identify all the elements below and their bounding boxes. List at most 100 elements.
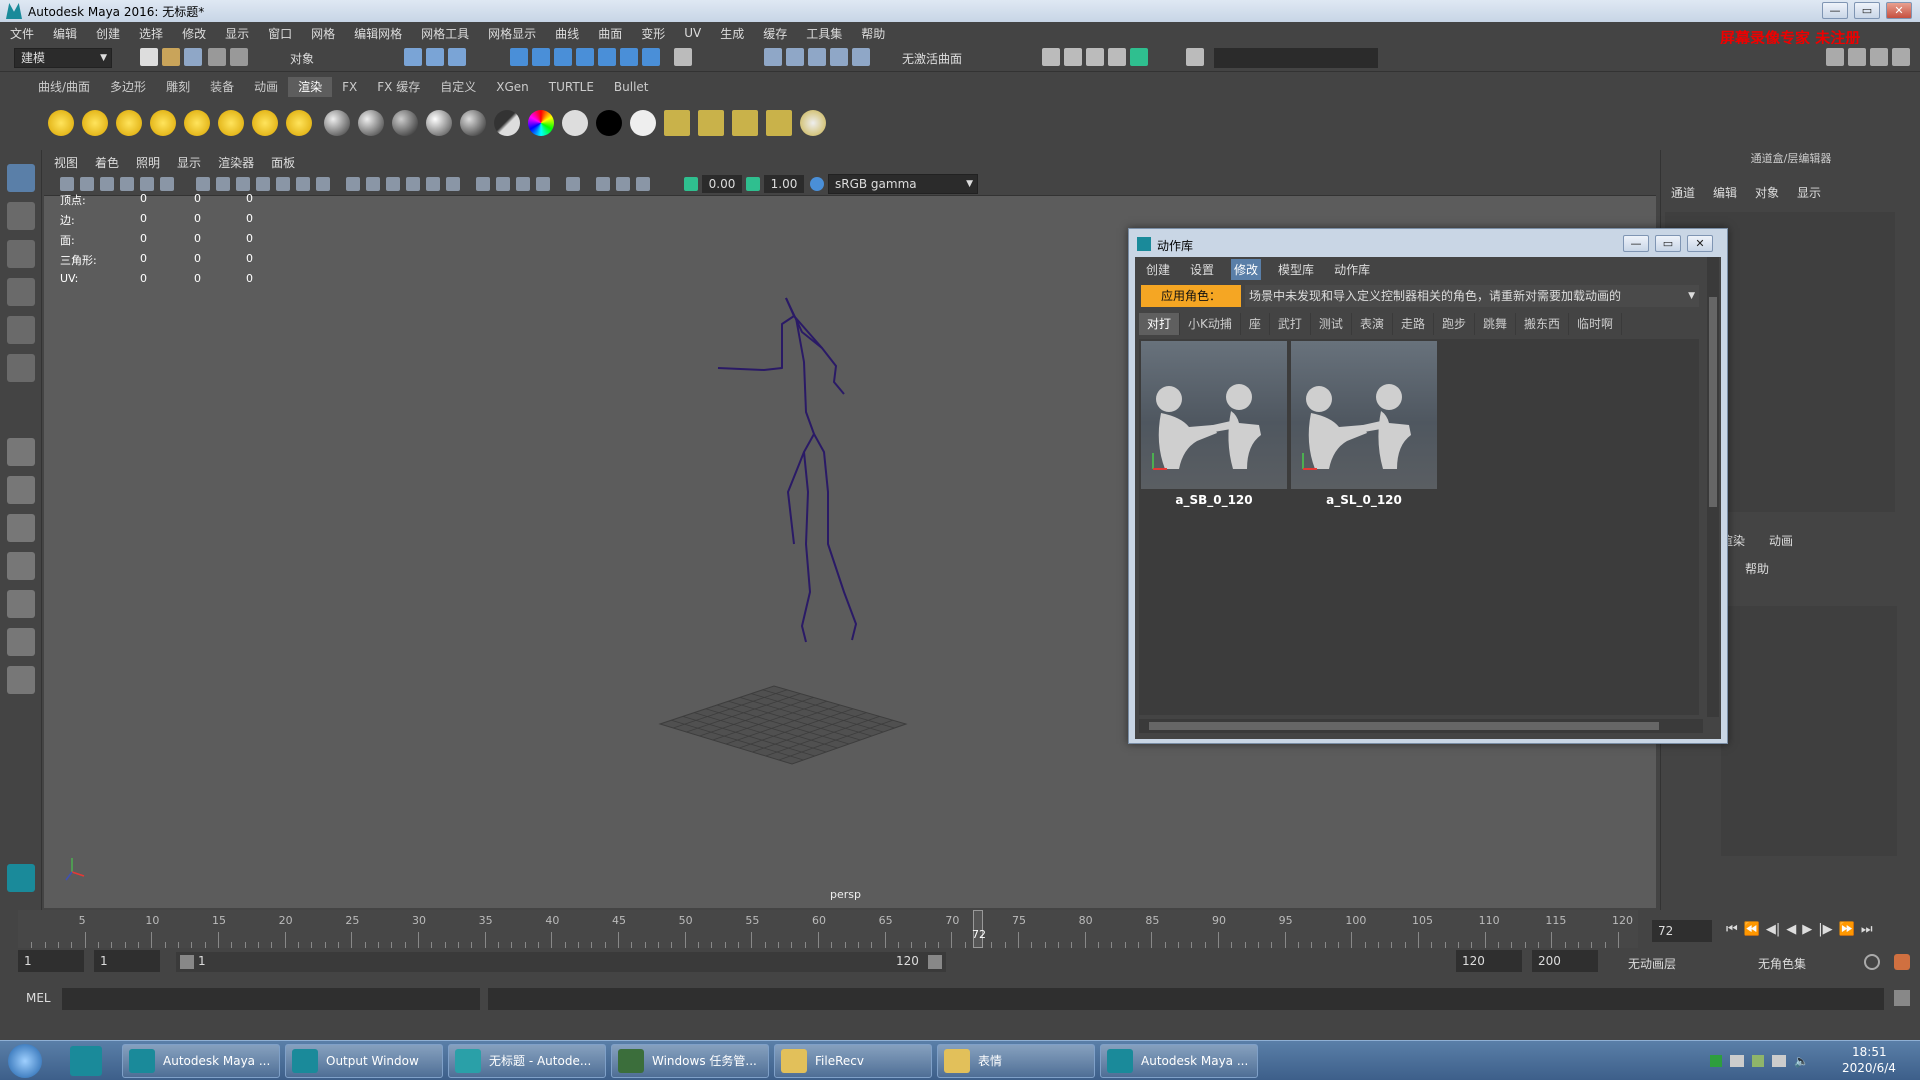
shelf-tab-0[interactable]: 曲线/曲面 bbox=[28, 77, 100, 97]
menu-14[interactable]: UV bbox=[684, 26, 701, 40]
move-tool-icon[interactable] bbox=[7, 278, 35, 306]
camera-aim-icon[interactable] bbox=[286, 110, 312, 136]
menu-3[interactable]: 选择 bbox=[139, 25, 163, 42]
menu-8[interactable]: 编辑网格 bbox=[354, 25, 402, 42]
quick-select-field[interactable] bbox=[1214, 48, 1378, 68]
shelf-tab-6[interactable]: FX bbox=[332, 77, 367, 97]
tool-settings-icon[interactable] bbox=[1870, 48, 1888, 66]
snap-view-icon[interactable] bbox=[576, 48, 594, 66]
shelf-tab-2[interactable]: 雕刻 bbox=[156, 77, 200, 97]
lambert-material-icon[interactable] bbox=[358, 110, 384, 136]
redo-icon[interactable] bbox=[230, 48, 248, 66]
snap-live-icon[interactable] bbox=[642, 48, 660, 66]
go-to-end-icon[interactable]: ⏭ bbox=[1861, 922, 1873, 937]
render-settings-icon[interactable] bbox=[1108, 48, 1126, 66]
custom-layout-icon[interactable] bbox=[7, 666, 35, 694]
playback-start-field[interactable]: 1 bbox=[94, 950, 160, 972]
spot-light-icon[interactable] bbox=[150, 110, 176, 136]
layer-list-area[interactable] bbox=[1721, 606, 1897, 856]
phong-material-icon[interactable] bbox=[392, 110, 418, 136]
input-ops-icon[interactable] bbox=[786, 48, 804, 66]
maximize-button[interactable]: ▭ bbox=[1854, 2, 1880, 19]
point-light-icon[interactable] bbox=[116, 110, 142, 136]
attribute-editor-icon[interactable] bbox=[1848, 48, 1866, 66]
maya-home-icon[interactable] bbox=[7, 864, 35, 892]
construction-icon[interactable] bbox=[830, 48, 848, 66]
anim-layer-dropdown[interactable]: 无动画层 bbox=[1628, 955, 1676, 972]
menu-16[interactable]: 缓存 bbox=[763, 25, 787, 42]
network-icon[interactable] bbox=[1772, 1055, 1786, 1067]
dialog-menu-3[interactable]: 模型库 bbox=[1275, 259, 1317, 280]
scroll-thumb[interactable] bbox=[1709, 297, 1717, 507]
side-by-side-layout-icon[interactable] bbox=[7, 514, 35, 542]
scene-start-field[interactable]: 1 bbox=[18, 950, 84, 972]
clock-time[interactable]: 18:51 bbox=[1852, 1045, 1887, 1059]
select-object-icon[interactable] bbox=[426, 48, 444, 66]
start-button-icon[interactable] bbox=[8, 1044, 42, 1078]
action-tab-4[interactable]: 测试 bbox=[1311, 313, 1352, 335]
shading-map-icon[interactable] bbox=[630, 110, 656, 136]
menu-9[interactable]: 网格工具 bbox=[421, 25, 469, 42]
volume-icon[interactable]: 🔈 bbox=[1794, 1054, 1809, 1068]
step-back-key-icon[interactable]: ⏪ bbox=[1744, 922, 1760, 937]
surface-shader-icon[interactable] bbox=[562, 110, 588, 136]
step-back-frame-icon[interactable]: ◀| bbox=[1766, 922, 1780, 937]
target-render-icon[interactable] bbox=[800, 110, 826, 136]
persp-outliner-layout-icon[interactable] bbox=[7, 590, 35, 618]
action-tab-7[interactable]: 跑步 bbox=[1434, 313, 1475, 335]
shelf-tab-4[interactable]: 动画 bbox=[244, 77, 288, 97]
auto-key-icon[interactable] bbox=[1864, 954, 1880, 970]
play-backward-icon[interactable]: ◀ bbox=[1786, 922, 1796, 937]
action-thumbnail[interactable]: a_SB_0_120 bbox=[1141, 341, 1287, 507]
action-tab-1[interactable]: 小K动捕 bbox=[1180, 313, 1241, 335]
mode-dropdown[interactable]: 建模 ▼ bbox=[14, 48, 112, 68]
tray-device-icon[interactable] bbox=[1730, 1055, 1744, 1067]
batch-render-icon[interactable] bbox=[766, 110, 792, 136]
phonge-material-icon[interactable] bbox=[426, 110, 452, 136]
scene-end-field[interactable]: 200 bbox=[1532, 950, 1598, 972]
input-box-icon[interactable] bbox=[1186, 48, 1204, 66]
action-tab-6[interactable]: 走路 bbox=[1393, 313, 1434, 335]
persp-graph-layout-icon[interactable] bbox=[7, 552, 35, 580]
snap-curve-icon[interactable] bbox=[532, 48, 550, 66]
shelf-tab-7[interactable]: FX 缓存 bbox=[367, 77, 430, 97]
four-view-layout-icon[interactable] bbox=[7, 476, 35, 504]
channel-box-icon[interactable] bbox=[1892, 48, 1910, 66]
shelf-tab-1[interactable]: 多边形 bbox=[100, 77, 156, 97]
action-tab-10[interactable]: 临时啊 bbox=[1569, 313, 1623, 335]
scroll-thumb[interactable] bbox=[1149, 722, 1659, 730]
range-slider[interactable]: 1 120 bbox=[176, 952, 946, 972]
minimize-button[interactable]: — bbox=[1822, 2, 1848, 19]
taskbar-item[interactable]: FileRecv bbox=[774, 1044, 932, 1078]
render-layer-icon[interactable] bbox=[664, 110, 690, 136]
dialog-close-button[interactable]: ✕ bbox=[1687, 235, 1713, 252]
select-tool-icon[interactable] bbox=[7, 164, 35, 192]
channel-menu-1[interactable]: 编辑 bbox=[1713, 184, 1737, 201]
menu-0[interactable]: 文件 bbox=[10, 25, 34, 42]
snap-vertex-icon[interactable] bbox=[620, 48, 638, 66]
step-forward-frame-icon[interactable]: |▶ bbox=[1818, 922, 1832, 937]
paint-select-tool-icon[interactable] bbox=[7, 240, 35, 268]
dialog-menu-4[interactable]: 动作库 bbox=[1331, 259, 1373, 280]
select-component-icon[interactable] bbox=[448, 48, 466, 66]
ipr-render-icon[interactable] bbox=[1086, 48, 1104, 66]
menu-10[interactable]: 网格显示 bbox=[488, 25, 536, 42]
action-tab-3[interactable]: 武打 bbox=[1270, 313, 1311, 335]
layered-shader-icon[interactable] bbox=[494, 110, 520, 136]
close-button[interactable]: ✕ bbox=[1886, 2, 1912, 19]
ambient-light-icon[interactable] bbox=[48, 110, 74, 136]
menu-5[interactable]: 显示 bbox=[225, 25, 249, 42]
render-settings-shelf-icon[interactable] bbox=[732, 110, 758, 136]
mel-label[interactable]: MEL bbox=[26, 991, 51, 1005]
channel-menu-0[interactable]: 通道 bbox=[1671, 184, 1695, 201]
menu-4[interactable]: 修改 bbox=[182, 25, 206, 42]
dialog-menu-1[interactable]: 设置 bbox=[1187, 259, 1217, 280]
area-light-icon[interactable] bbox=[184, 110, 210, 136]
menu-11[interactable]: 曲线 bbox=[555, 25, 579, 42]
character-set-dropdown[interactable]: 无角色集 bbox=[1758, 955, 1806, 972]
taskbar-item[interactable]: 表情 bbox=[937, 1044, 1095, 1078]
dialog-maximize-button[interactable]: ▭ bbox=[1655, 235, 1681, 252]
lock-icon[interactable] bbox=[674, 48, 692, 66]
tray-green-icon[interactable] bbox=[1710, 1055, 1722, 1067]
menu-15[interactable]: 生成 bbox=[720, 25, 744, 42]
